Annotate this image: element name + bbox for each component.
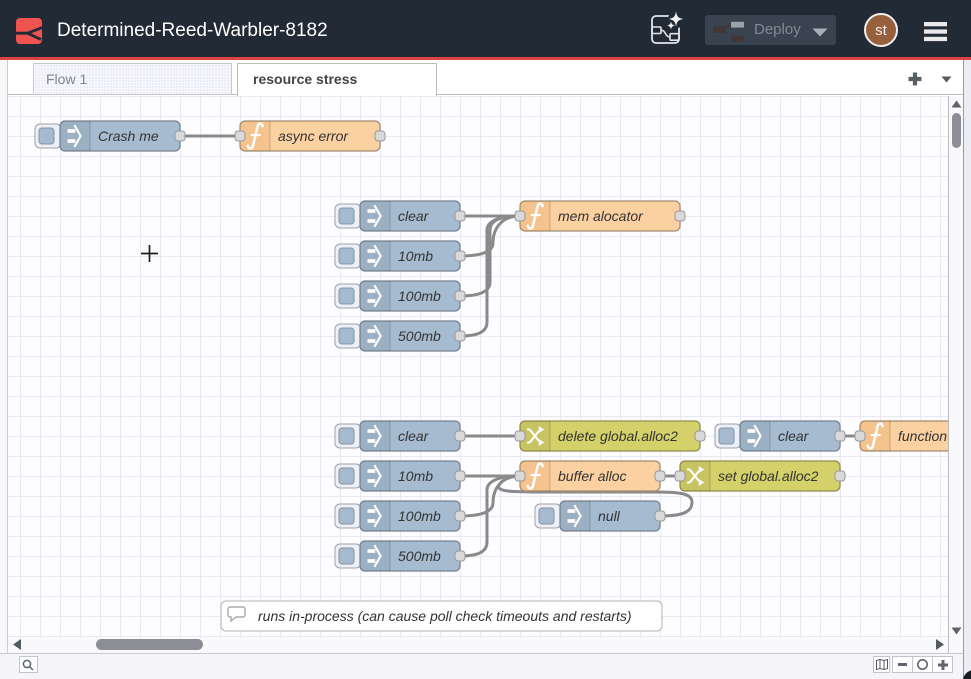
svg-text:10mb: 10mb bbox=[398, 468, 433, 484]
svg-text:buffer alloc: buffer alloc bbox=[558, 468, 626, 484]
svg-text:set global.alloc2: set global.alloc2 bbox=[718, 468, 819, 484]
svg-text:runs in-process (can cause pol: runs in-process (can cause poll check ti… bbox=[258, 608, 632, 624]
svg-text:delete global.alloc2: delete global.alloc2 bbox=[558, 428, 678, 444]
svg-text:100mb: 100mb bbox=[398, 508, 441, 524]
svg-text:100mb: 100mb bbox=[398, 288, 441, 304]
svg-text:Crash me: Crash me bbox=[98, 128, 159, 144]
svg-text:function: function bbox=[898, 428, 947, 444]
svg-text:clear: clear bbox=[398, 428, 430, 444]
svg-text:10mb: 10mb bbox=[398, 248, 433, 264]
svg-text:null: null bbox=[598, 508, 621, 524]
svg-text:mem alocator: mem alocator bbox=[558, 208, 644, 224]
svg-text:500mb: 500mb bbox=[398, 548, 441, 564]
svg-text:500mb: 500mb bbox=[398, 328, 441, 344]
svg-text:clear: clear bbox=[778, 428, 810, 444]
svg-text:async error: async error bbox=[278, 128, 349, 144]
svg-text:clear: clear bbox=[398, 208, 430, 224]
